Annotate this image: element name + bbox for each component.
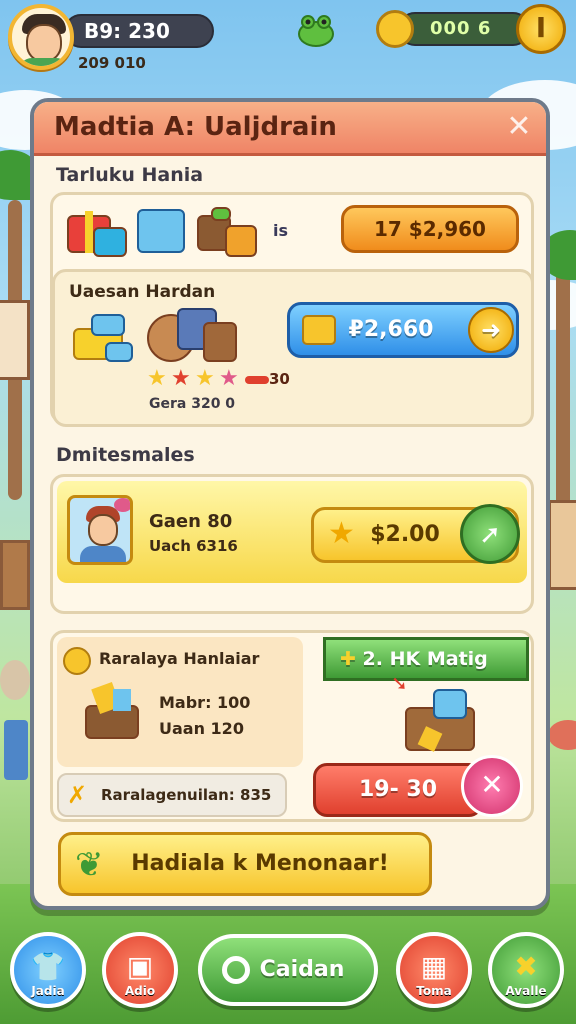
star-icon: ★ <box>195 366 215 391</box>
chest-icon <box>137 209 185 253</box>
offer-2-sub: Gera 320 0 <box>149 396 236 412</box>
cancel-button[interactable]: ✕ <box>461 755 523 817</box>
nav-item-label: Caidan <box>259 957 345 982</box>
section-label-offers: Tarluku Hania <box>56 164 204 186</box>
map-icon: ▦ <box>420 950 448 983</box>
offer-1-price-button[interactable]: 17 $2,960 <box>341 205 519 253</box>
coin-icon <box>63 647 91 675</box>
coin-icon <box>376 10 414 48</box>
panel-header: Madtia A: Ualjdrain ✕ <box>34 102 546 156</box>
panel-title: Madtia A: Ualjdrain <box>54 112 337 142</box>
coin-value: 000 6 <box>430 18 492 39</box>
present-pile-icon <box>197 207 261 257</box>
gift-box-icon <box>67 205 127 257</box>
offer-card-1: is 17 $2,960 Uaesan Hardan ₽2,660 ➜ ★ ★ … <box>50 192 534 427</box>
nav-item-caidan[interactable]: Caidan <box>198 934 378 1006</box>
gold-coin-icon: I <box>535 11 547 44</box>
close-icon: ✕ <box>506 109 532 144</box>
star-icon: ★ <box>328 516 355 551</box>
shop-panel: Madtia A: Ualjdrain ✕ Tarluku Hania is 1… <box>30 98 550 910</box>
offer-1-price: 17 $2,960 <box>374 217 486 241</box>
timer-button[interactable]: 19- 30 <box>313 763 483 817</box>
offer-card-3: Gaen 80 Uach 6316 ★ $2.00 ➚ <box>50 474 534 614</box>
offer-card-2: Uaesan Hardan ₽2,660 ➜ ★ ★ ★ ★ 30 Gera 3… <box>52 269 534 427</box>
nav-item-adio[interactable]: ▣ Adio <box>102 932 178 1008</box>
star-icon: ★ <box>171 366 191 391</box>
player-name-pill[interactable]: B9: 230 <box>64 14 214 48</box>
close-button[interactable]: ✕ <box>502 111 536 145</box>
frog-icon[interactable] <box>296 12 336 48</box>
footer-label: Raralagenuilan: 835 <box>101 786 272 804</box>
nav-item-label: Adio <box>124 984 156 998</box>
offer-4-line1: Mabr: 100 <box>159 693 251 712</box>
offer-3-price-button[interactable]: ★ $2.00 ➚ <box>311 504 520 564</box>
reward-chest-icon <box>405 689 489 753</box>
search-icon <box>222 956 250 984</box>
box-icon <box>302 315 336 345</box>
section-label-daily: Dmitesmales <box>56 444 195 466</box>
offer-3-line1: Gaen 80 <box>149 511 233 532</box>
main-cta-label: Hadiala k Menonaar! <box>131 851 389 876</box>
offer-1-count: is <box>273 221 289 240</box>
character-portrait <box>67 495 133 565</box>
leaf-icon: ❦ <box>75 845 104 885</box>
shirt-icon: 👕 <box>30 950 66 983</box>
nav-item-label: Jadia <box>31 984 65 998</box>
sparkle-icon: ✚ <box>340 648 356 670</box>
timer-value: 19- 30 <box>358 777 438 802</box>
star-rating-value: 30 <box>269 370 290 388</box>
nav-item-jadia[interactable]: 👕 Jadia <box>10 932 86 1008</box>
offer-2-price: ₽2,660 <box>348 317 434 342</box>
treasure-chest-icon <box>85 682 145 745</box>
nav-item-label: Toma <box>416 984 452 998</box>
offer-2-title: Uaesan Hardan <box>69 282 216 302</box>
coin-counter: 000 6 <box>398 12 530 46</box>
star-icon: ★ <box>219 366 239 391</box>
offer-4-line2: Uaan 120 <box>159 719 244 738</box>
offer-3-line2: Uach 6316 <box>149 537 238 555</box>
player-sub-stat: 209 010 <box>78 54 146 72</box>
avatar[interactable] <box>8 4 74 70</box>
nav-item-label: Avalle <box>505 984 547 998</box>
arrow-up-right-icon: ➚ <box>460 504 520 564</box>
arrow-right-icon: ➜ <box>468 307 514 353</box>
tools-icon: ✖ <box>514 950 538 983</box>
gold-coin-button[interactable]: I <box>516 4 566 54</box>
fabric-bundle-icon <box>73 308 243 370</box>
offer-2-price-button[interactable]: ₽2,660 ➜ <box>287 302 519 358</box>
offer-card-4: Raralaya Hanlaiar Mabr: 100 Uaan 120 ✚ 2… <box>50 630 534 822</box>
offer-3-price: $2.00 <box>370 522 440 547</box>
nav-item-toma[interactable]: ▦ Toma <box>396 932 472 1008</box>
bonus-badge: ✚ 2. HK Matig <box>323 637 529 681</box>
footer-pill: ✗ Raralagenuilan: 835 <box>57 773 287 817</box>
bonus-badge-label: 2. HK Matig <box>362 648 488 670</box>
player-name: B9: 230 <box>84 19 170 43</box>
shop-icon: ▣ <box>126 950 154 983</box>
star-icon: ★ <box>147 366 167 391</box>
ticket-icon: ✗ <box>67 781 88 809</box>
arrow-down-icon: ➘ <box>391 671 408 695</box>
nav-item-avalle[interactable]: ✖ Avalle <box>488 932 564 1008</box>
offer-4-title: Raralaya Hanlaiar <box>99 649 260 668</box>
main-cta-button[interactable]: ❦ Hadiala k Menonaar! <box>58 832 432 896</box>
close-icon: ✕ <box>480 768 504 801</box>
